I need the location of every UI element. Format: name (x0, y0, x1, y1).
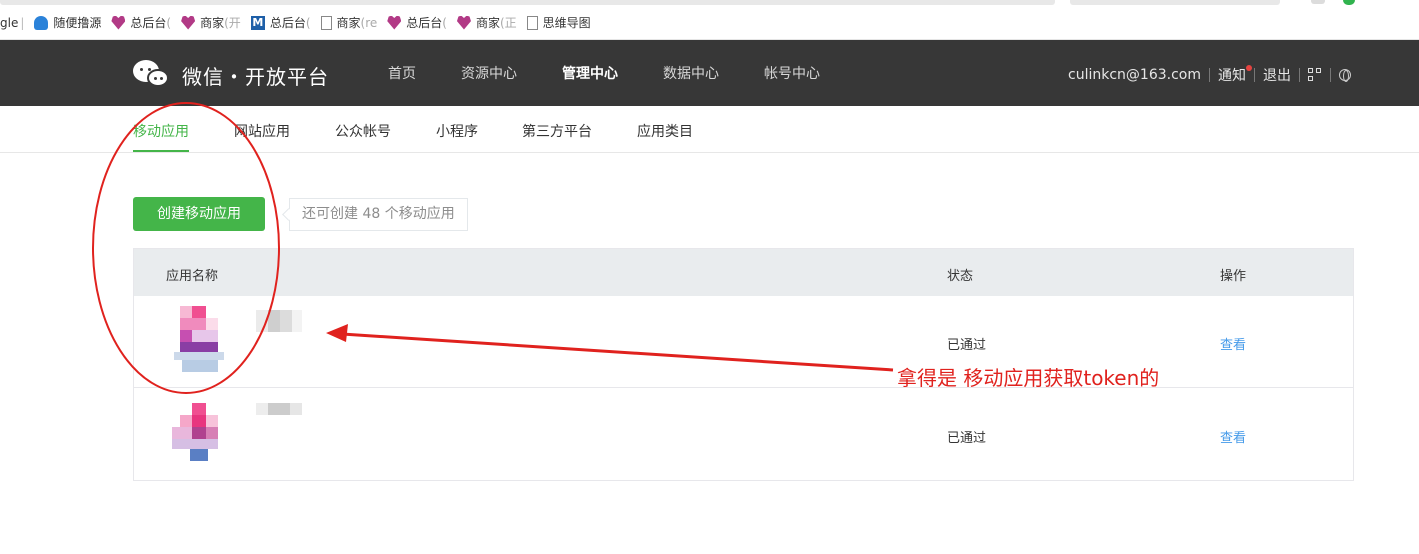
bookmark-label: 总后台 (406, 16, 443, 30)
header-user-area: culinkcn@163.com 通知 退出 (1068, 65, 1351, 85)
shop-heart-icon (181, 15, 196, 30)
col-app-name: 应用名称 (166, 269, 219, 284)
row-divider (134, 387, 1353, 388)
bookmark-label-trail: ( (305, 15, 311, 30)
shop-heart-icon (456, 15, 471, 30)
qrcode-icon[interactable] (1308, 68, 1322, 82)
col-action: 操作 (1220, 269, 1247, 284)
account-email[interactable]: culinkcn@163.com (1068, 67, 1201, 83)
browser-viewport: gle | 随便撸源 总后台 ( 商家 (开 M 总后台 (商家 (re 总后… (0, 0, 1419, 554)
logout-link[interactable]: 退出 (1263, 65, 1291, 85)
unread-dot (1246, 65, 1252, 71)
extension-icon[interactable] (1311, 0, 1325, 4)
header-divider (1209, 68, 1210, 82)
annotation-note: 拿得是 移动应用获取token的 (897, 366, 1160, 390)
shop-heart-icon (387, 15, 402, 30)
cloud-icon (34, 15, 49, 30)
app-icon (168, 306, 230, 372)
bookmark-item[interactable]: 总后台 ( (111, 14, 171, 31)
tab-third-party[interactable]: 第三方平台 (522, 121, 592, 141)
bookmark-label: gle (0, 15, 19, 30)
bookmark-label-trail: (re (360, 15, 378, 30)
bookmark-item[interactable]: 商家 (正 (456, 14, 517, 31)
col-status: 状态 (947, 269, 974, 284)
nav-data[interactable]: 数据中心 (663, 63, 719, 83)
bookmark-label: 总后台 (130, 16, 167, 30)
nav-management[interactable]: 管理中心 (562, 63, 618, 83)
quota-tooltip: 还可创建 48 个移动应用 (289, 198, 468, 231)
bookmark-item[interactable]: 思维导图 (526, 14, 591, 31)
tab-mobile-apps[interactable]: 移动应用 (133, 121, 189, 141)
notify-link[interactable]: 通知 (1218, 65, 1252, 85)
bookmark-label: 思维导图 (542, 16, 591, 30)
extension-icon[interactable] (1343, 0, 1355, 5)
bookmark-label: 总后台 (269, 16, 306, 30)
tab-official-accounts[interactable]: 公众帐号 (335, 121, 391, 141)
status-text: 已通过 (947, 338, 987, 353)
globe-icon[interactable] (1339, 69, 1351, 82)
create-mobile-app-button[interactable]: 创建移动应用 (133, 197, 265, 231)
notify-label: 通知 (1218, 68, 1246, 84)
bookmark-label-trail: ( (166, 15, 172, 30)
nav-home[interactable]: 首页 (388, 63, 416, 83)
table-row: 已通过 查看 (134, 389, 1353, 482)
site-logo-text[interactable]: 微信・开放平台 (182, 61, 329, 90)
bubble-eye (160, 77, 163, 80)
bookmark-item[interactable]: 随便撸源 (34, 14, 101, 31)
app-name-redacted (256, 403, 302, 415)
bubble-eye (154, 77, 157, 80)
bookmark-item[interactable]: M 总后台 ( (250, 14, 311, 31)
chat-bubble-shape (147, 69, 169, 87)
bookmark-label: 商家 (475, 16, 500, 30)
bookmarks-bar: gle | 随便撸源 总后台 ( 商家 (开 M 总后台 (商家 (re 总后… (0, 0, 1419, 40)
bookmark-item[interactable]: 总后台 ( (387, 14, 447, 31)
bubble-eye (140, 68, 143, 71)
table-header: 应用名称 状态 操作 (134, 249, 1353, 296)
wechat-logo-icon[interactable] (133, 58, 169, 88)
nav-account[interactable]: 帐号中心 (764, 63, 820, 83)
app-table: 应用名称 状态 操作 已通过 查看 已通过 查看 (133, 248, 1354, 481)
active-tab-indicator (133, 150, 189, 152)
sub-tabs: 移动应用 网站应用 公众帐号 小程序 第三方平台 应用类目 (0, 106, 1419, 153)
tab-website-apps[interactable]: 网站应用 (234, 121, 290, 141)
bookmark-label: 随便撸源 (53, 16, 102, 30)
bookmark-list: gle | 随便撸源 总后台 ( 商家 (开 M 总后台 (商家 (re 总后… (0, 14, 601, 31)
main-nav: 首页 资源中心 管理中心 数据中心 帐号中心 (388, 40, 820, 106)
page-icon (320, 15, 332, 30)
bookmark-label-trail: ( (442, 15, 447, 30)
bookmark-label-trail: (正 (499, 16, 517, 30)
header-divider (1254, 68, 1255, 82)
app-icon (168, 403, 230, 465)
m-logo-icon: M (250, 15, 265, 30)
tab-strip-edge (0, 0, 1055, 5)
app-name-redacted (256, 310, 302, 332)
bookmark-item[interactable]: 商家 (开 (181, 14, 241, 31)
status-text: 已通过 (947, 431, 987, 446)
tab-app-categories[interactable]: 应用类目 (637, 121, 693, 141)
bookmark-label: 商家 (200, 16, 225, 30)
table-row: 已通过 查看 (134, 296, 1353, 389)
bookmark-label-trail: (开 (224, 16, 241, 30)
tab-strip-edge (1070, 0, 1280, 5)
tab-mini-programs[interactable]: 小程序 (436, 121, 478, 141)
bookmark-item[interactable]: gle | (0, 16, 24, 30)
header-divider (1299, 68, 1300, 82)
page-icon (526, 15, 538, 30)
shop-heart-icon (111, 15, 126, 30)
bookmark-label: 商家 (336, 16, 361, 30)
view-link[interactable]: 查看 (1220, 334, 1246, 353)
top-header: 微信・开放平台 首页 资源中心 管理中心 数据中心 帐号中心 culinkcn@… (0, 40, 1419, 106)
header-divider (1330, 68, 1331, 82)
nav-resources[interactable]: 资源中心 (461, 63, 517, 83)
window-controls (1291, 0, 1355, 5)
bookmark-item[interactable]: 商家 (re (320, 14, 378, 31)
view-link[interactable]: 查看 (1220, 427, 1246, 446)
bookmark-separator: | (20, 15, 25, 30)
